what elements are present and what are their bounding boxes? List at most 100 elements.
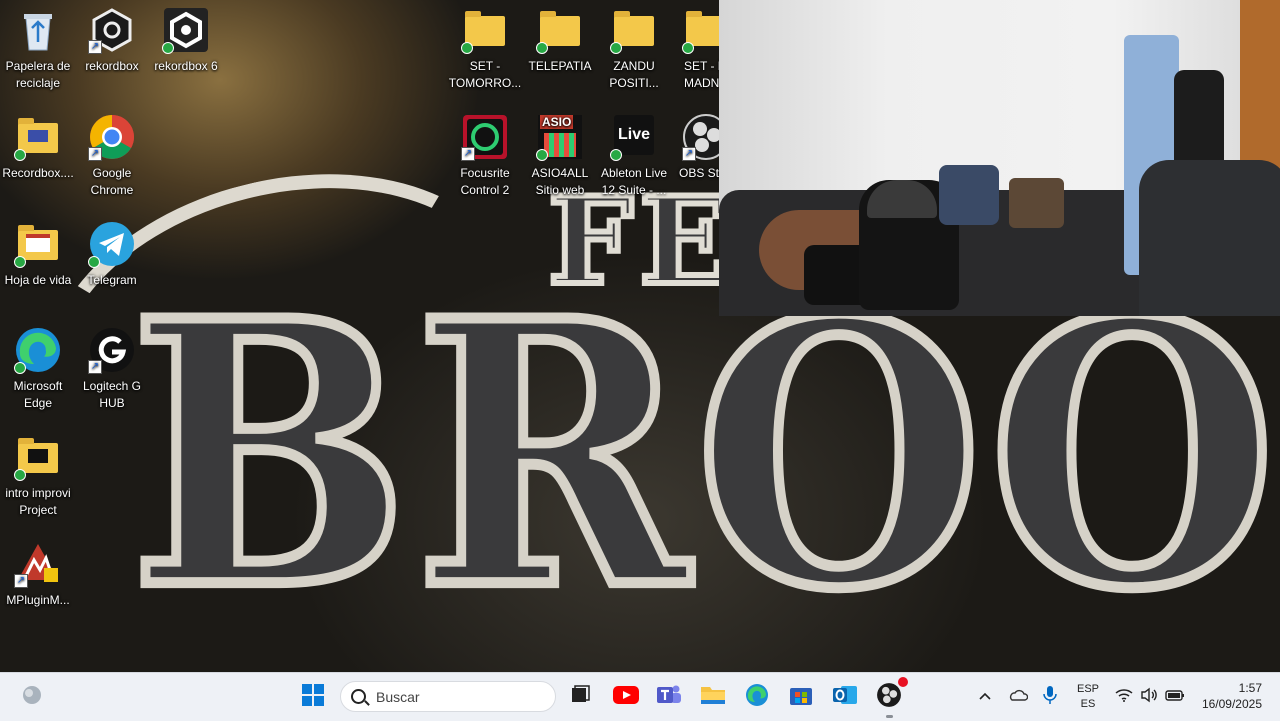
widgets-button[interactable] [16,681,48,713]
chrome-icon: ↗ [88,113,136,161]
desktop-icon-label: Recordbox.... [2,166,74,180]
desktop-icon-chrome[interactable]: ↗ Google Chrome [74,113,150,199]
folder-icon [536,6,584,54]
show-hidden-icons-button[interactable] [970,681,1000,713]
desktop-icon-label: SET - TOMORRO... [448,59,522,90]
outlook-button[interactable] [829,681,861,713]
edge-icon [745,683,769,712]
desktop-icon-set-madn[interactable]: SET - M MADN [670,6,720,92]
sync-status-icon [14,362,26,374]
taskbar: Buscar ESP ES 1:57 16/09/2025 [0,672,1280,721]
youtube-button[interactable] [610,681,642,713]
obs-taskbar-button[interactable] [873,676,908,713]
desktop-icon-set-tomorro[interactable]: SET - TOMORRO... [447,6,523,92]
edge-icon [14,326,62,374]
desktop-icon-label: TELEPATIA [528,59,592,73]
rekordbox6-icon [162,6,210,54]
webcam-bag [939,165,999,225]
store-button[interactable] [785,681,817,713]
ableton-live-icon: Live [610,113,658,161]
desktop-icon-label: Telegram [87,273,137,287]
desktop-icon-label: Focusrite Control 2 [460,166,510,197]
start-button[interactable] [297,681,329,713]
desktop-icon-rekordbox[interactable]: ↗ rekordbox [74,6,150,75]
desktop-icon-asio4all[interactable]: ASIO ASIO4ALL Sitio web [522,113,598,199]
desktop-icon-label: Papelera de reciclaje [5,59,71,90]
widgets-icon [21,684,43,711]
chevron-up-icon [978,688,992,706]
microphone-button[interactable] [1035,681,1065,713]
taskbar-search-box[interactable]: Buscar [340,681,556,712]
desktop-icon-label: SET - M MADN [684,59,720,90]
desktop-icon-label: ASIO4ALL Sitio web [531,166,589,197]
obs-icon: ↗ [682,113,720,161]
webcam-chair [1139,160,1280,316]
outlook-icon [832,683,858,712]
desktop-icon-label: rekordbox [85,59,139,73]
desktop-icon-ableton-live[interactable]: Live Ableton Live 12 Suite - ... [596,113,672,199]
desktop-icon-label: OBS Stu [679,166,720,180]
desktop-icon-label: rekordbox 6 [154,59,218,73]
logitech-ghub-icon: ↗ [88,326,136,374]
desktop-icon-recycle-bin[interactable]: Papelera de reciclaje [0,6,76,92]
file-explorer-icon [700,684,726,711]
desktop-icon-telepatia[interactable]: TELEPATIA [522,6,598,75]
desktop-icon-label: ZANDU POSITI... [609,59,659,90]
desktop-icon-mplugin[interactable]: ↗ MPluginM... [0,540,76,609]
quick-settings-button[interactable] [1112,683,1188,711]
sync-status-icon [536,149,548,161]
sync-status-icon [162,42,174,54]
sync-status-icon [536,42,548,54]
desktop-icon-edge[interactable]: Microsoft Edge [0,326,76,412]
sync-status-icon [610,149,622,161]
desktop-icon-hoja-de-vida[interactable]: Hoja de vida [0,220,76,289]
search-icon [351,689,366,704]
desktop-icon-intro-improvi[interactable]: intro improvi Project [0,433,76,519]
desktop-icon-label: intro improvi Project [5,486,71,517]
sync-status-icon [610,42,622,54]
asio-badge: ASIO [540,115,574,129]
clock-date: 16/09/2025 [1201,697,1262,711]
shortcut-arrow-icon: ↗ [14,574,28,588]
store-icon [789,683,813,712]
onedrive-icon [1008,688,1029,707]
keyboard-layout: ES [1080,698,1096,710]
desktop-icon-label: Logitech G HUB [82,379,142,410]
shortcut-arrow-icon: ↗ [88,360,102,374]
desktop-icon-obs[interactable]: ↗ OBS Stu [670,113,720,182]
desktop-icon-zandu[interactable]: ZANDU POSITI... [596,6,672,92]
desktop-icon-logitech-ghub[interactable]: ↗ Logitech G HUB [74,326,150,412]
focusrite-icon: ↗ [461,113,509,161]
teams-button[interactable] [653,681,685,713]
edge-taskbar-button[interactable] [741,681,773,713]
rekordbox-icon: ↗ [88,6,136,54]
desktop-icon-recordbox-folder[interactable]: Recordbox.... [0,113,76,182]
teams-icon [656,683,682,712]
desktop-icon-label: Ableton Live 12 Suite - ... [600,166,668,197]
desktop-icon-label: Microsoft Edge [13,379,63,410]
file-explorer-button[interactable] [697,681,729,713]
shortcut-arrow-icon: ↗ [461,147,475,161]
sync-status-icon [461,42,473,54]
mplugin-icon: ↗ [14,540,62,588]
sync-status-icon [14,469,26,481]
start-icon [301,683,325,712]
sync-status-icon [682,42,694,54]
desktop-icon-telegram[interactable]: Telegram [74,220,150,289]
folder-icon [14,220,62,268]
desktop-icon-focusrite[interactable]: ↗ Focusrite Control 2 [447,113,523,199]
desktop-icon-rekordbox6[interactable]: rekordbox 6 [148,6,224,75]
clock[interactable]: 1:57 16/09/2025 [1192,681,1268,713]
folder-icon [461,6,509,54]
shortcut-arrow-icon: ↗ [88,40,102,54]
onedrive-button[interactable] [1003,681,1033,713]
live-badge: Live [617,126,650,143]
clock-time: 1:57 [1238,681,1262,695]
sync-status-icon [14,149,26,161]
youtube-icon [613,685,639,710]
folder-icon [14,113,62,161]
asio4all-icon: ASIO [536,113,584,161]
task-view-button[interactable] [564,681,596,713]
language-indicator[interactable]: ESP ES [1070,682,1106,714]
language-code: ESP [1076,683,1099,695]
